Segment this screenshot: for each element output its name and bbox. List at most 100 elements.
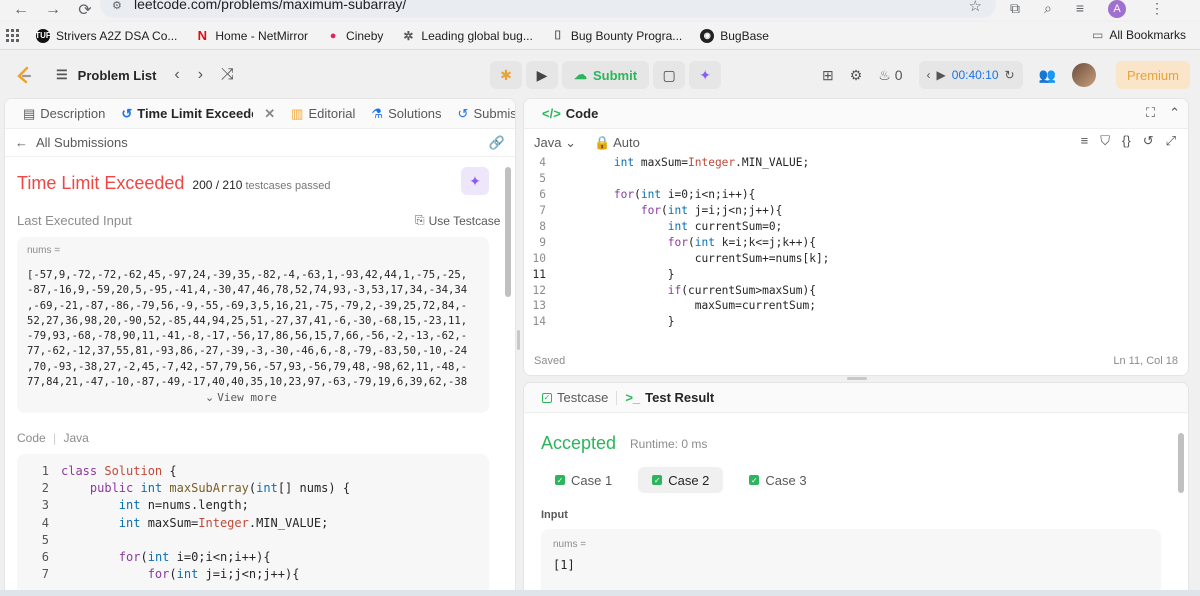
bookmark-item[interactable]: ◉ BugBase (700, 28, 769, 43)
bookmark-item[interactable]: ⌷ Bug Bounty Progra... (551, 28, 682, 43)
saved-status: Saved (534, 355, 566, 367)
menu-icon[interactable]: ⋮ (1150, 0, 1164, 18)
use-testcase-button[interactable]: ⎘ Use Testcase (415, 213, 500, 228)
editor-line[interactable]: 14 } (524, 314, 1188, 330)
share-link-icon[interactable]: 🔗 (489, 135, 505, 151)
view-more-button[interactable]: ⌄ View more (205, 391, 277, 404)
tab-time-limit-exceeded[interactable]: ↺ Time Limit Exceeded ✕ (113, 106, 283, 122)
cursor-position: Ln 11, Col 18 (1113, 355, 1178, 367)
all-submissions-link[interactable]: ← All Submissions 🔗 (5, 129, 515, 157)
collapse-icon[interactable]: ⌃ (1169, 105, 1180, 121)
tab-label: Code (565, 106, 599, 121)
editor-line[interactable]: 10 currentSum+=nums[k]; (524, 250, 1188, 266)
next-problem-icon[interactable]: › (198, 66, 203, 84)
case-2-tab[interactable]: ✓ Case 2 (638, 467, 724, 493)
apps-grid-icon[interactable] (6, 28, 20, 43)
reset-icon[interactable]: ↺ (1143, 133, 1154, 149)
editor-line[interactable]: 5 (524, 171, 1188, 187)
line-number: 3 (41, 498, 49, 513)
debug-icon[interactable]: ✱ (490, 61, 522, 89)
ai-analyze-icon[interactable]: ✦ (461, 167, 489, 195)
auto-mode[interactable]: 🔒 Auto (594, 135, 640, 151)
streak[interactable]: ♨ 0 (878, 67, 902, 84)
bookmark-item[interactable]: ✲ Leading global bug... (401, 29, 532, 43)
maximize-icon[interactable]: ⛶ (1146, 105, 1155, 121)
vertical-resize-handle[interactable] (517, 330, 520, 350)
tab-testcase[interactable]: ✓ Testcase (534, 390, 616, 405)
line-number: 2 (41, 480, 49, 495)
left-panel: ▤ Description ↺ Time Limit Exceeded ✕ ▥ Edit… (4, 98, 516, 596)
clipboard-icon: ⎘ (415, 213, 425, 227)
profile-avatar[interactable]: A (1108, 0, 1127, 18)
test-panel: ✓ Testcase >_ Test Result Accepted Runtime… (523, 382, 1189, 596)
premium-button[interactable]: Premium (1116, 61, 1190, 89)
prev-problem-icon[interactable]: ‹ (174, 66, 179, 84)
bookmark-icon[interactable]: ⛉ (1100, 133, 1110, 149)
editor-line[interactable]: 13 maxSum=currentSum; (524, 298, 1188, 314)
code-line: 4 int maxSum=Integer.MIN_VALUE; (17, 514, 489, 531)
editor-line[interactable]: 4 int maxSum=Integer.MIN_VALUE; (524, 155, 1188, 171)
back-arrow-icon[interactable]: ← (10, 0, 32, 20)
history-icon: ↺ (121, 105, 133, 121)
editor-line[interactable]: 9 for(int k=i;k<=j;k++){ (524, 234, 1188, 250)
editor-line[interactable]: 12 if(currentSum>maxSum){ (524, 282, 1188, 298)
close-icon[interactable]: ✕ (264, 106, 275, 122)
language-select[interactable]: Java ⌄ (534, 135, 576, 151)
address-bar[interactable]: ⚙ leetcode.com/problems/maximum-subarray… (100, 0, 996, 18)
settings-gear-icon[interactable]: ⚙ (850, 67, 863, 84)
layout-icon[interactable]: ⊞ (822, 67, 834, 84)
leetcode-logo-icon[interactable] (14, 65, 34, 85)
chevron-down-icon: ⌄ (565, 135, 576, 150)
history-icon: ↺ (457, 105, 469, 121)
horizontal-resize-handle[interactable] (847, 377, 867, 380)
bookmark-item[interactable]: ● Cineby (326, 29, 384, 43)
add-user-icon[interactable]: 👥 (1039, 67, 1056, 84)
format-icon[interactable]: ≡ (1081, 133, 1089, 149)
editor-line[interactable]: 11 } (524, 266, 1188, 283)
editor-line[interactable]: 7 for(int j=i;j<n;j++){ (524, 203, 1188, 219)
forward-arrow-icon[interactable]: → (42, 0, 64, 20)
expand-icon[interactable]: ⤢ (1166, 133, 1176, 149)
tab-solutions[interactable]: ⚗ Solutions (363, 106, 449, 122)
cast-icon[interactable]: ≡ (1076, 0, 1084, 18)
problem-list-label: Problem List (77, 67, 157, 83)
tab-test-result[interactable]: >_ Test Result (617, 390, 722, 405)
streak-count: 0 (894, 66, 903, 83)
lens-icon[interactable]: ⌕ (1044, 0, 1052, 18)
bookmark-item[interactable]: TUF Strivers A2Z DSA Co... (35, 28, 177, 43)
testcases-passed: 200 / 210 testcases passed (192, 178, 330, 192)
all-bookmarks[interactable]: ▭ All Bookmarks (1092, 28, 1186, 42)
site-info-icon[interactable]: ⚙ (112, 0, 122, 12)
bookmark-star-icon[interactable]: ☆ (969, 0, 982, 15)
ai-sparkle-icon[interactable]: ✦ (689, 61, 722, 89)
notes-icon[interactable]: ▢ (653, 61, 686, 89)
shuffle-icon[interactable]: ⤨ (221, 66, 234, 84)
tab-submissions[interactable]: ↺ Submissions (450, 105, 515, 122)
run-button[interactable]: ▶ (526, 61, 558, 89)
submit-button[interactable]: ☁ Submit (562, 61, 650, 89)
code-editor[interactable]: 4 int maxSum=Integer.MIN_VALUE; 5 6 for(in… (524, 155, 1188, 339)
code-lang: Java (63, 431, 89, 445)
line-text: for(int j=i;j<n;j++){ (147, 567, 300, 582)
chevron-left-icon[interactable]: ‹ (927, 68, 931, 82)
tab-code[interactable]: </> Code (534, 106, 606, 121)
editor-line[interactable]: 8 int currentSum=0; (524, 219, 1188, 235)
line-number: 12 (532, 283, 546, 297)
problem-list-link[interactable]: ☰ Problem List (56, 67, 156, 83)
extensions-icon[interactable]: ⧉ (1010, 0, 1020, 18)
play-icon[interactable]: ▶ (937, 68, 946, 82)
tab-description[interactable]: ▤ Description (15, 106, 113, 122)
left-scrollbar[interactable] (505, 157, 511, 577)
timer[interactable]: ‹ ▶ 00:40:10 ↻ (918, 61, 1023, 89)
tab-editorial[interactable]: ▥ Editorial (283, 106, 363, 122)
bookmark-item[interactable]: N Home - NetMirror (195, 28, 308, 43)
case-3-tab[interactable]: ✓ Case 3 (735, 467, 820, 493)
avatar[interactable] (1072, 63, 1096, 87)
test-scrollbar[interactable] (1178, 429, 1184, 579)
reload-icon[interactable]: ⟳ (74, 0, 96, 20)
line-text: if(currentSum>maxSum){ (667, 283, 816, 297)
braces-icon[interactable]: {} (1122, 133, 1131, 149)
editor-line[interactable]: 6 for(int i=0;i<n;i++){ (524, 187, 1188, 203)
reset-icon[interactable]: ↻ (1005, 68, 1015, 82)
case-1-tab[interactable]: ✓ Case 1 (541, 467, 626, 493)
